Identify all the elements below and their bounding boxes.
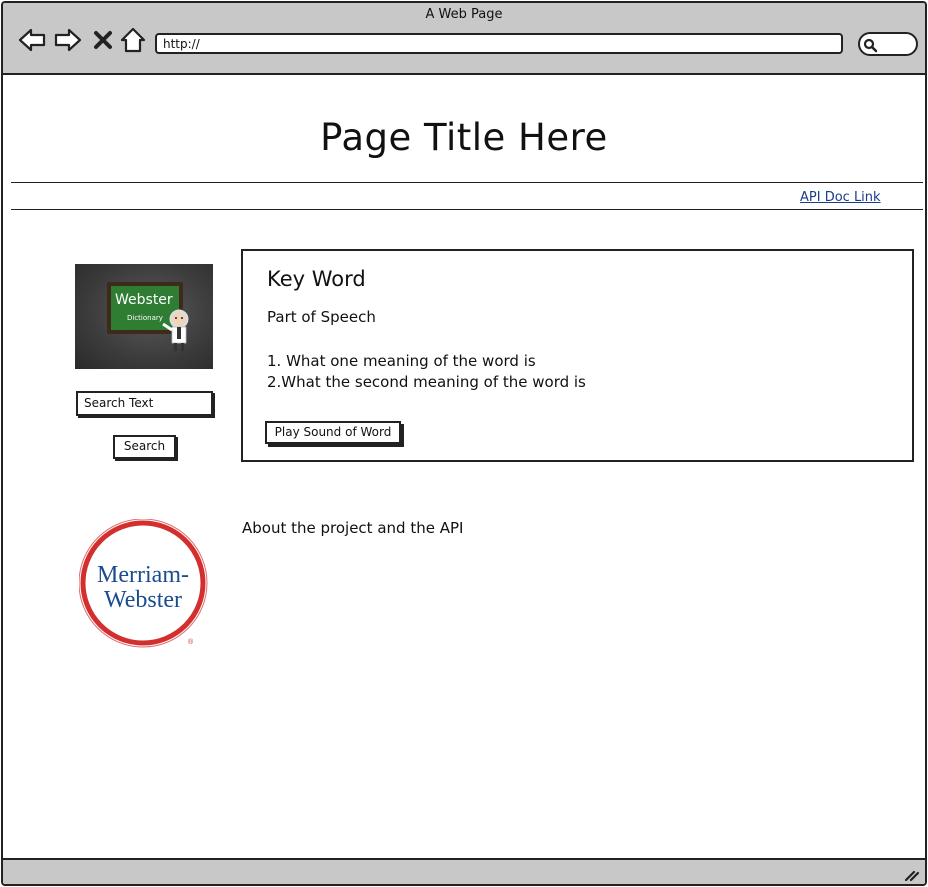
api-doc-link[interactable]: API Doc Link [800,190,881,205]
home-icon[interactable] [119,25,147,55]
key-word-heading: Key Word [267,267,366,291]
close-x-icon[interactable] [90,25,116,55]
resize-grip-icon[interactable] [903,866,920,882]
forward-arrow-icon[interactable] [53,25,83,55]
word-result-card: Key Word Part of Speech 1. What one mean… [241,249,914,462]
search-magnifier-icon [863,38,878,53]
browser-chrome: A Web Page http:// [3,3,925,75]
logo-line-2: Webster [104,587,182,613]
about-text: About the project and the API [242,519,464,537]
search-input[interactable]: Search Text [76,391,213,416]
back-arrow-icon[interactable] [17,25,47,55]
browser-search-field[interactable] [858,32,918,56]
logo-subtext: Dictionary [127,314,163,322]
definition-item: 2.What the second meaning of the word is [267,373,586,391]
part-of-speech: Part of Speech [267,308,376,326]
registered-mark: ® [188,638,194,646]
url-input[interactable]: http:// [155,33,843,54]
page-title: Page Title Here [320,116,608,159]
merriam-webster-logo: Merriam- Webster ® [78,518,211,651]
browser-window: A Web Page http:// Page Title Here API D… [1,1,927,886]
definition-item: 1. What one meaning of the word is [267,352,536,370]
play-sound-button[interactable]: Play Sound of Word [265,421,401,444]
header-divider-top [11,182,923,183]
webster-dictionary-image: Webster Dictionary [75,264,213,369]
logo-text: Webster [115,292,173,308]
header-divider-bottom [11,209,923,210]
search-button[interactable]: Search [113,435,176,459]
window-title: A Web Page [425,7,503,22]
logo-line-1: Merriam- [97,562,189,588]
status-bar [3,858,925,884]
